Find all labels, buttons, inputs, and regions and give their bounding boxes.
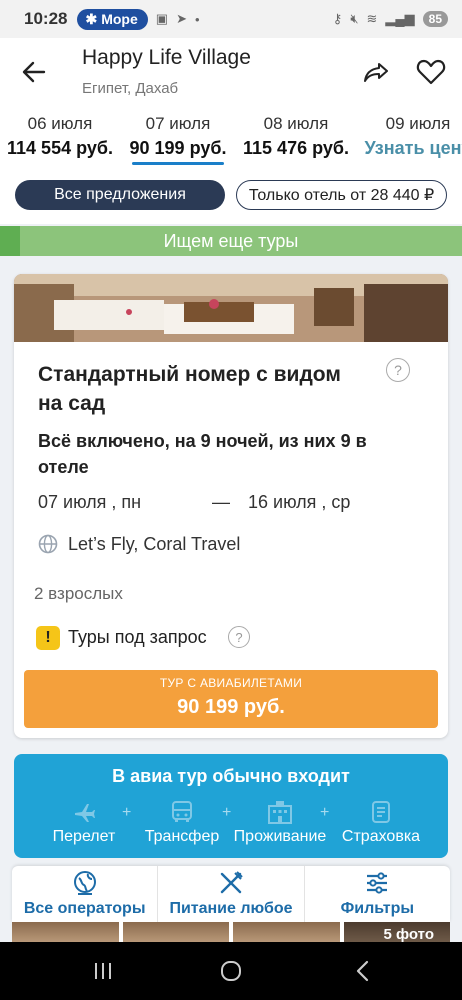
hotel-title: Happy Life Village — [82, 46, 251, 69]
date-label: 08 июля — [263, 114, 329, 133]
meal-filter-label: Питание любое — [169, 900, 293, 917]
gallery-icon: ▣ — [155, 11, 169, 26]
include-label: Проживание — [233, 828, 327, 845]
status-bar: 10:28 ✱ Море ▣ ➤ • ⚷ 🔇︎ ≋ ▂▄▆ 85 — [0, 0, 462, 38]
bus-icon — [172, 801, 192, 822]
buy-button-price: 90 199 руб. — [177, 696, 285, 718]
tour-operators: Let’s Fly, Coral Travel — [68, 534, 241, 554]
date-price: 114 554 руб. — [7, 138, 113, 158]
notification-chip[interactable]: ✱ Море — [77, 8, 148, 30]
on-request-label: Туры под запрос — [68, 627, 207, 647]
hotel-location: Египет, Дахаб — [82, 80, 179, 97]
globe-operators-icon — [73, 871, 96, 895]
date-price: 90 199 руб. — [129, 138, 227, 158]
signal-icon: ▂▄▆ — [385, 11, 415, 26]
back-arrow-icon[interactable] — [20, 58, 48, 86]
date-label: 07 июля — [145, 114, 211, 133]
date-option[interactable]: 08 июля 115 476 руб. — [240, 106, 352, 159]
telegram-icon: ➤ — [176, 11, 187, 26]
departure-date: 07 июля , пн — [38, 492, 142, 512]
home-icon[interactable] — [216, 958, 246, 984]
all-operators-label: Все операторы — [23, 900, 146, 917]
share-icon[interactable] — [362, 58, 390, 86]
searching-banner-text: Ищем еще туры — [163, 230, 299, 251]
key-icon: ⚷ — [332, 11, 343, 26]
bottom-filter-toolbar: Все операторы Питание любое Фильтры — [12, 866, 450, 922]
include-label: Страховка — [341, 828, 421, 845]
guests-count: 2 взрослых — [34, 584, 123, 603]
notification-chip-label: Море — [101, 11, 138, 27]
favorite-heart-icon[interactable] — [416, 58, 446, 86]
date-price: 115 476 руб. — [243, 138, 349, 158]
selected-date-underline — [132, 162, 224, 165]
date-option[interactable]: 06 июля 114 554 руб. — [2, 106, 118, 159]
battery-indicator: 85 — [422, 11, 448, 27]
photos-count: 5 фото — [383, 926, 434, 943]
include-label: Трансфер — [144, 828, 220, 845]
building-icon — [268, 801, 292, 824]
notification-icons: ▣ ➤ • — [156, 11, 200, 27]
all-operators-button[interactable]: Все операторы — [12, 866, 159, 922]
plus-icon: + — [222, 804, 232, 821]
fork-knife-icon — [220, 871, 243, 894]
system-icons: ⚷ 🔇︎ ≋ ▂▄▆ 85 — [333, 11, 448, 27]
tour-includes-title: В авиа тур обычно входит — [112, 766, 350, 786]
room-title: Стандартный номер с видом на сад — [38, 363, 341, 415]
all-offers-chip[interactable]: Все предложения — [15, 180, 225, 210]
date-price-selector: 06 июля 114 554 руб. 07 июля 90 199 руб.… — [0, 106, 462, 168]
searching-banner: Ищем еще туры — [0, 226, 462, 256]
date-label: 09 июля — [385, 114, 451, 133]
mute-icon: 🔇︎ — [350, 11, 359, 26]
recent-apps-icon[interactable] — [88, 958, 118, 984]
photo-thumbnail[interactable] — [12, 922, 119, 942]
wifi-icon: ≋ — [366, 11, 378, 26]
photo-thumbnail[interactable] — [122, 922, 229, 942]
tour-offer-card: Стандартный номер с видом на сад ? Всё в… — [14, 274, 448, 738]
include-transfer: Трансфер — [140, 800, 224, 846]
plus-icon: + — [122, 804, 132, 821]
insurance-document-icon — [372, 801, 390, 823]
airplane-icon — [75, 804, 95, 822]
book-tour-button[interactable]: ТУР С АВИАБИЛЕТАМИ 90 199 руб. — [24, 670, 438, 728]
date-label: 06 июля — [27, 114, 93, 133]
tour-includes-panel: В авиа тур обычно входит Перелет + Транс… — [14, 754, 448, 858]
date-option-selected[interactable]: 07 июля 90 199 руб. — [124, 106, 232, 159]
return-date: 16 июля , ср — [248, 492, 351, 512]
sliders-icon — [367, 872, 388, 894]
meal-and-nights: Всё включено, на 9 ночей, из них 9 в оте… — [38, 431, 367, 477]
app-header: Happy Life Village Египет, Дахаб — [0, 38, 462, 106]
plus-icon: + — [320, 804, 330, 821]
help-icon[interactable]: ? — [228, 626, 250, 648]
nav-back-icon[interactable] — [348, 958, 378, 984]
offer-type-chips: Все предложения Только отель от 28 440 ₽ — [0, 168, 462, 224]
meal-filter-button[interactable]: Питание любое — [158, 866, 305, 922]
filters-label: Фильтры — [340, 900, 414, 917]
include-flight: Перелет — [44, 800, 124, 846]
buy-button-caption: ТУР С АВИАБИЛЕТАМИ — [159, 676, 303, 690]
help-icon[interactable]: ? — [386, 358, 410, 382]
hotel-only-chip[interactable]: Только отель от 28 440 ₽ — [236, 180, 447, 210]
photo-thumbnail[interactable] — [233, 922, 340, 942]
include-insurance: Страховка — [336, 800, 426, 846]
include-accommodation: Проживание — [232, 800, 328, 846]
globe-icon — [38, 534, 58, 554]
filters-button[interactable]: Фильтры — [305, 866, 450, 922]
system-navigation-bar — [0, 942, 462, 1000]
clock: 10:28 — [24, 9, 68, 28]
include-label: Перелет — [52, 828, 116, 845]
room-photo-image — [14, 274, 448, 342]
date-option[interactable]: 09 июля Узнать цену — [358, 106, 462, 159]
progress-fill — [0, 226, 20, 256]
dot-icon: • — [194, 11, 200, 27]
warning-icon: ! — [36, 626, 60, 650]
date-separator: — — [212, 492, 230, 512]
sun-icon: ✱ — [85, 10, 98, 27]
room-photo[interactable] — [14, 274, 448, 342]
find-price-link[interactable]: Узнать цену — [358, 138, 462, 159]
